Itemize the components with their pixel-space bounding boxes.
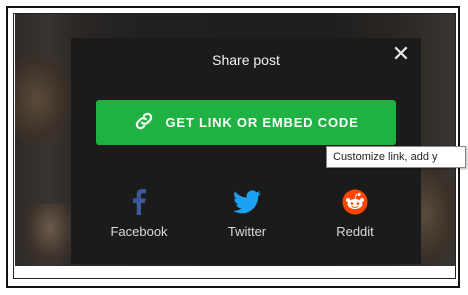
tooltip: Customize link, add y [326, 146, 466, 168]
link-icon [133, 110, 155, 135]
share-twitter-button[interactable]: Twitter [207, 186, 287, 239]
share-facebook-button[interactable]: Facebook [99, 186, 179, 239]
share-reddit-button[interactable]: Reddit [315, 186, 395, 239]
twitter-label: Twitter [227, 224, 267, 239]
get-link-button[interactable]: GET LINK OR EMBED CODE [96, 100, 396, 145]
reddit-label: Reddit [336, 224, 374, 239]
close-button[interactable]: ✕ [391, 41, 411, 66]
get-link-button-label: GET LINK OR EMBED CODE [165, 115, 359, 130]
reddit-icon [315, 186, 395, 218]
dialog-title: Share post [212, 52, 280, 68]
video-background: Share post ✕ GET LINK OR EMBED CODE Face… [15, 14, 455, 266]
background-figure [25, 204, 75, 264]
tooltip-text: Customize link, add y [333, 151, 438, 163]
background-figure [15, 54, 70, 144]
facebook-label: Facebook [110, 224, 168, 239]
close-icon: ✕ [391, 41, 411, 66]
facebook-icon [99, 186, 179, 218]
twitter-icon [207, 186, 287, 218]
